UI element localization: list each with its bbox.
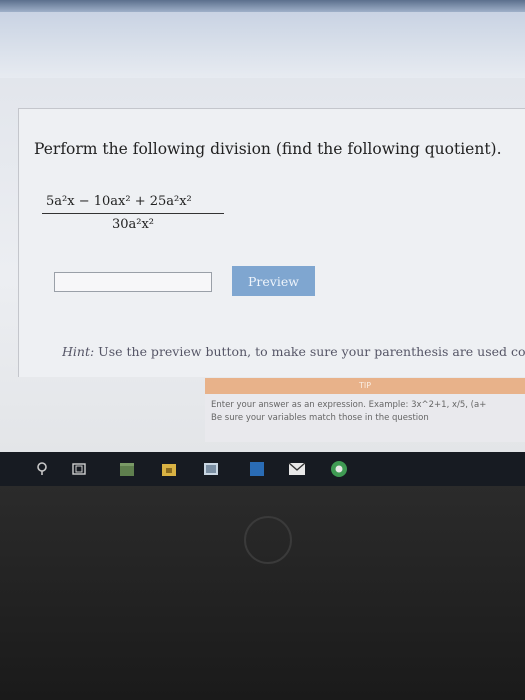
laptop-body [0, 486, 525, 700]
file-explorer-icon[interactable] [160, 460, 178, 478]
hint-label: Hint: [62, 344, 95, 359]
hint-body: Use the preview button, to make sure you… [98, 344, 525, 359]
division-fraction: 5a²x − 10ax² + 25a²x² 30a²x² [42, 194, 224, 232]
question-prompt: Perform the following division (find the… [34, 140, 502, 158]
mail-icon[interactable] [288, 460, 306, 478]
fraction-numerator: 5a²x − 10ax² + 25a²x² [46, 194, 192, 209]
hp-logo [244, 516, 292, 564]
hint-text: Hint: Use the preview button, to make su… [62, 344, 525, 359]
top-bezel [0, 0, 525, 12]
tip-line-2: Be sure your variables match those in th… [211, 413, 429, 423]
taskbar [0, 452, 525, 486]
answer-input[interactable] [54, 272, 212, 292]
photos-icon[interactable] [202, 460, 220, 478]
tip-line-1: Enter your answer as an expression. Exam… [211, 400, 487, 410]
search-icon[interactable] [34, 460, 52, 478]
tip-header: TIP [205, 378, 525, 394]
tip-box: TIP Enter your answer as an expression. … [205, 378, 525, 442]
task-view-icon[interactable] [70, 460, 88, 478]
fraction-denominator: 30a²x² [111, 217, 155, 232]
fraction-bar [42, 213, 224, 214]
store-icon[interactable] [118, 460, 136, 478]
browser-top-band [0, 12, 525, 78]
chrome-icon[interactable] [330, 460, 348, 478]
preview-button[interactable]: Preview [232, 266, 315, 296]
edge-icon[interactable] [248, 460, 266, 478]
